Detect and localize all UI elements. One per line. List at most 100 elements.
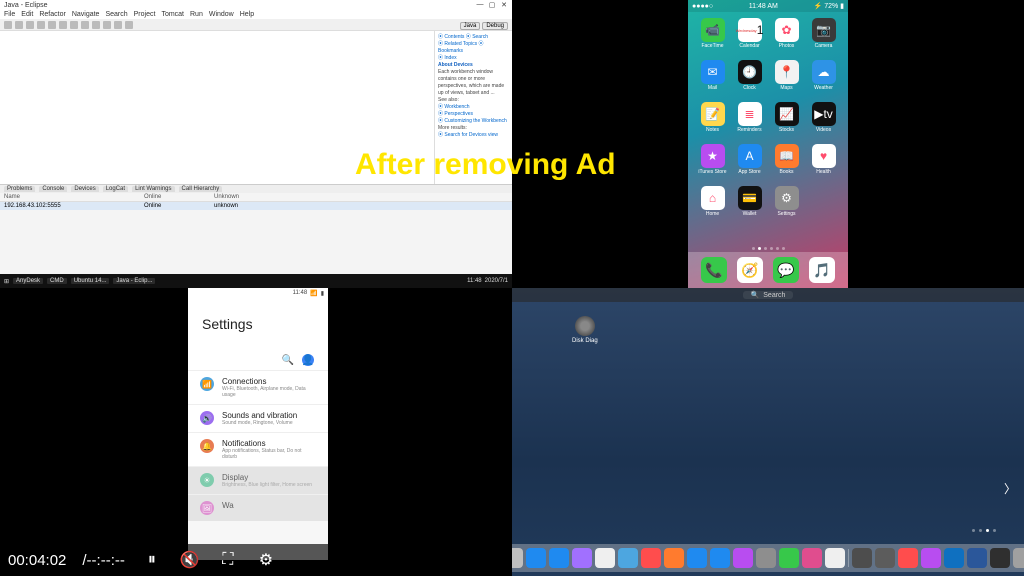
task-item[interactable]: Ubuntu 14... [71,278,110,284]
dock-app-icon[interactable] [618,548,638,568]
toolbar-icon[interactable] [48,21,56,29]
menu-item[interactable]: Edit [21,11,33,18]
settings-item-wa[interactable]: 🖼Wa [188,494,328,521]
dock-app-icon[interactable] [687,548,707,568]
app-wallet[interactable]: 💳Wallet [733,186,766,224]
tray-date[interactable]: 2020/7/1 [485,278,508,284]
settings-item-notifications[interactable]: 🔔NotificationsApp notifications, Status … [188,432,328,466]
menu-item[interactable]: Search [105,11,127,18]
mac-menubar[interactable]: 🔍 Search [512,288,1024,302]
toolbar-icon[interactable] [114,21,122,29]
app-home[interactable]: ⌂Home [696,186,729,224]
dock-app-icon[interactable] [756,548,776,568]
menu-item[interactable]: Navigate [72,11,100,18]
menu-item[interactable]: Refactor [39,11,65,18]
settings-item-sounds[interactable]: 🔊Sounds and vibrationSound mode, Rington… [188,404,328,432]
toolbar-icon[interactable] [92,21,100,29]
toolbar-icon[interactable] [37,21,45,29]
app-settings[interactable]: ⚙Settings [770,186,803,224]
dock-app-icon[interactable] [921,548,941,568]
app-stocks[interactable]: 📈Stocks [770,102,803,140]
tab-devices[interactable]: Devices [71,186,98,192]
account-icon[interactable]: 👤 [302,354,314,366]
task-item[interactable]: AnyDesk [13,278,43,284]
pause-button[interactable]: ⏸ [141,549,163,571]
toolbar-icon[interactable] [15,21,23,29]
toolbar-icon[interactable] [59,21,67,29]
dock-app-icon[interactable] [572,548,592,568]
help-link[interactable]: Bookmarks [438,48,463,54]
page-indicator[interactable] [688,244,848,252]
close-icon[interactable]: ✕ [500,1,508,9]
arrow-right-icon[interactable]: 〉 [1004,480,1016,497]
app-books[interactable]: 📖Books [770,144,803,182]
app-health[interactable]: ♥Health [807,144,840,182]
help-link[interactable]: Perspectives [444,111,473,117]
app-videos[interactable]: ▶tvVideos [807,102,840,140]
menu-item[interactable]: Tomcat [161,11,184,18]
toolbar-icon[interactable] [70,21,78,29]
help-link[interactable]: Search for Devices view [444,132,498,138]
dock-safari-icon[interactable]: 🧭 [737,257,763,283]
toolbar-icon[interactable] [103,21,111,29]
toolbar-icon[interactable] [81,21,89,29]
fullscreen-button[interactable]: ⛶ [217,549,239,571]
dock-app-icon[interactable] [967,548,987,568]
app-notes[interactable]: 📝Notes [696,102,729,140]
tab-problems[interactable]: Problems [4,186,35,192]
minimize-icon[interactable]: — [476,1,484,9]
mute-button[interactable]: 🔇 [179,549,201,571]
dock-app-icon[interactable] [852,548,872,568]
dock-music-icon[interactable]: 🎵 [809,257,835,283]
dock-app-icon[interactable] [710,548,730,568]
help-link[interactable]: Customizing the Workbench [444,118,506,124]
app-weather[interactable]: ☁Weather [807,60,840,98]
toolbar-icon[interactable] [4,21,12,29]
settings-item-display[interactable]: ☀DisplayBrightness, Blue light filter, H… [188,466,328,494]
desktop-icon-diskdiag[interactable]: Disk Diag [572,316,598,344]
menu-item[interactable]: Project [134,11,156,18]
app-calendar[interactable]: Wednesday1Calendar [733,18,766,56]
help-link[interactable]: Related Topics [444,41,477,47]
help-link[interactable]: Contents [444,34,464,40]
dock-app-icon[interactable] [641,548,661,568]
menu-item[interactable]: Run [190,11,203,18]
dock-app-icon[interactable] [595,548,615,568]
dock-app-icon[interactable] [1013,548,1024,568]
dock-app-icon[interactable] [512,548,523,568]
dock-app-icon[interactable] [802,548,822,568]
dock-app-icon[interactable] [779,548,799,568]
task-item[interactable]: Java - Eclip... [113,278,155,284]
search-icon[interactable]: 🔍 [282,354,294,366]
app-reminders[interactable]: ≣Reminders [733,102,766,140]
tab-callhierarchy[interactable]: Call Hierarchy [179,186,223,192]
table-row[interactable]: 192.168.43.102:5555 Online unknown [0,202,512,210]
app-app-store[interactable]: AApp Store [733,144,766,182]
tray-time[interactable]: 11:48 [467,278,482,284]
help-link[interactable]: Search [472,34,488,40]
spotlight-search[interactable]: 🔍 Search [743,291,794,299]
dock-app-icon[interactable] [733,548,753,568]
task-item[interactable]: CMD [47,278,67,284]
toolbar-icon[interactable] [26,21,34,29]
dock-app-icon[interactable] [549,548,569,568]
help-link[interactable]: Workbench [444,104,469,110]
dock-phone-icon[interactable]: 📞 [701,257,727,283]
maximize-icon[interactable]: ▢ [488,1,496,9]
app-clock[interactable]: 🕘Clock [733,60,766,98]
app-itunes-store[interactable]: ★iTunes Store [696,144,729,182]
app-facetime[interactable]: 📹FaceTime [696,18,729,56]
dock-app-icon[interactable] [875,548,895,568]
app-camera[interactable]: 📷Camera [807,18,840,56]
dock-app-icon[interactable] [990,548,1010,568]
dock-app-icon[interactable] [664,548,684,568]
tab-console[interactable]: Console [39,186,67,192]
app-mail[interactable]: ✉Mail [696,60,729,98]
dock-app-icon[interactable] [898,548,918,568]
perspective-debug[interactable]: Debug [482,22,508,30]
dock-app-icon[interactable] [825,548,845,568]
menu-item[interactable]: File [4,11,15,18]
dock-app-icon[interactable] [944,548,964,568]
toolbar-icon[interactable] [125,21,133,29]
tab-logcat[interactable]: LogCat [103,186,128,192]
